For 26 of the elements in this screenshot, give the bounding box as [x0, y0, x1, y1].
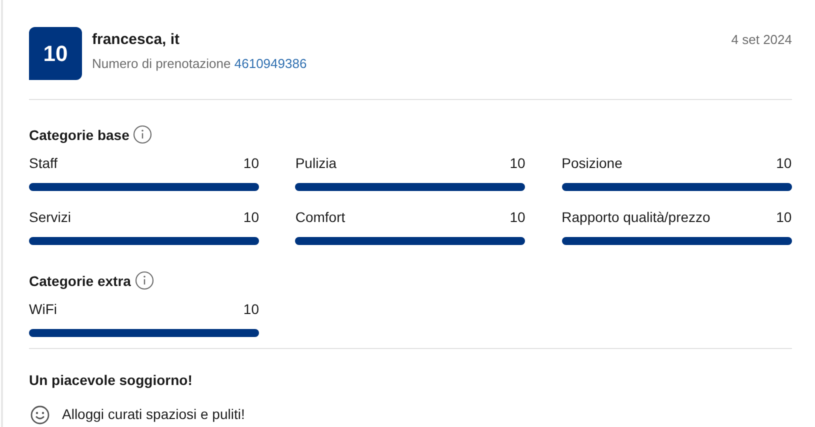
- category-name: Pulizia: [295, 154, 337, 173]
- info-icon[interactable]: [134, 271, 154, 290]
- category-name: Comfort: [295, 208, 346, 227]
- positive-comment: Alloggi curati spaziosi e puliti!: [62, 405, 245, 424]
- section-title: Categorie base: [29, 126, 130, 144]
- review-title: Un piacevole soggiorno!: [29, 371, 194, 389]
- category-score: 10: [510, 154, 526, 173]
- category-name: Servizi: [29, 208, 72, 227]
- category-score: 10: [776, 208, 792, 227]
- booking-number-link[interactable]: 4610949386: [234, 56, 307, 71]
- review-date: 4 set 2024: [731, 31, 792, 49]
- category-name: Staff: [29, 154, 58, 173]
- reviewer-name: francesca, it: [92, 31, 181, 49]
- smiley-icon: [30, 404, 50, 424]
- booking-label: Numero di prenotazione: [92, 56, 231, 71]
- category-score: 10: [776, 154, 792, 173]
- score-badge: 10: [29, 27, 82, 80]
- section-title: Categorie extra: [29, 272, 131, 290]
- category-score: 10: [510, 208, 526, 227]
- category-name: Posizione: [562, 154, 622, 173]
- category-score: 10: [243, 154, 259, 173]
- category-name: WiFi: [29, 300, 57, 319]
- info-icon[interactable]: [133, 125, 152, 144]
- category-score: 10: [243, 300, 259, 319]
- category-name: Rapporto qualità/prezzo: [562, 208, 710, 227]
- category-score: 10: [243, 208, 259, 227]
